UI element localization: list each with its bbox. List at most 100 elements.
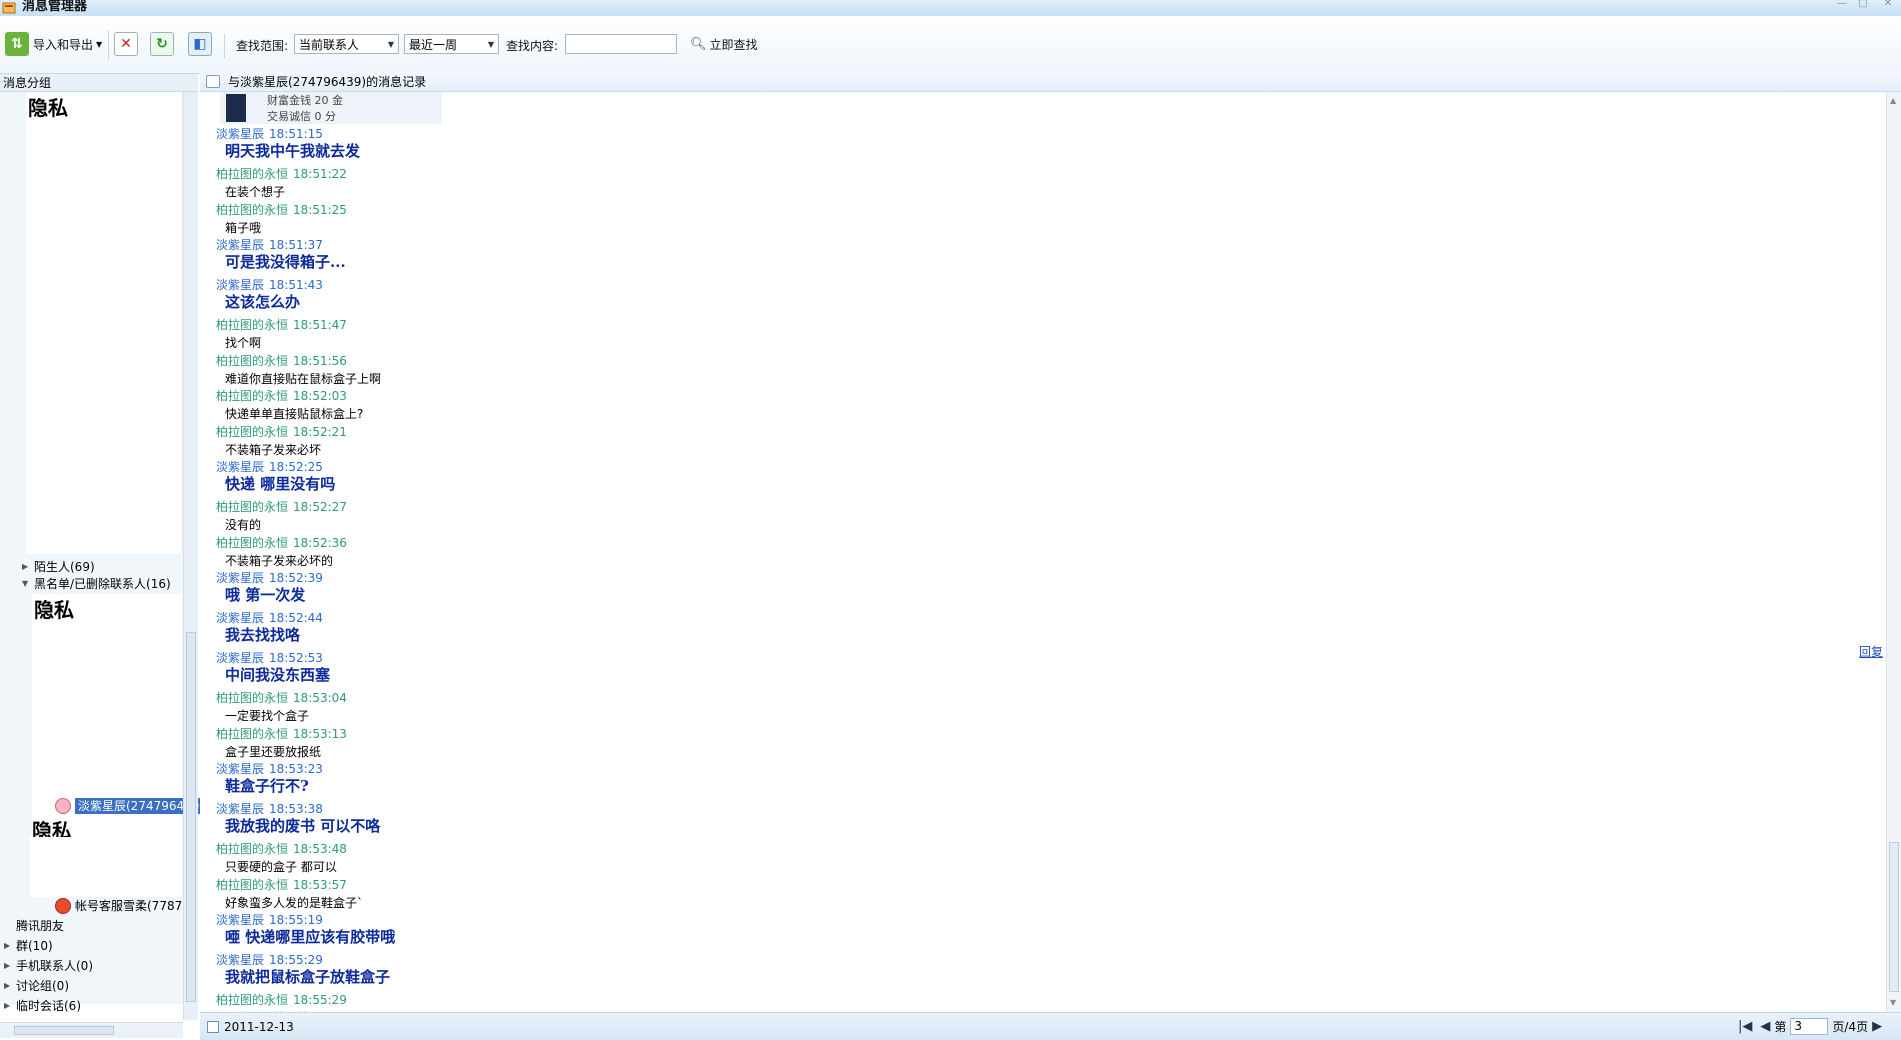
- message-time: 18:53:04: [293, 691, 347, 705]
- scope-select[interactable]: 当前联系人 ▼: [294, 34, 399, 54]
- message-time: 18:55:29: [269, 953, 323, 967]
- maximize-icon[interactable]: □: [1852, 0, 1874, 9]
- page-prefix: 第: [1774, 1020, 1787, 1034]
- message-time: 18:55:19: [269, 913, 323, 927]
- search-input[interactable]: [565, 34, 677, 54]
- period-select[interactable]: 最近一周 ▼: [404, 34, 499, 54]
- message-time: 18:51:37: [269, 238, 323, 252]
- refresh-button[interactable]: ↻: [150, 32, 174, 56]
- message-sender: 柏拉图的永恒: [216, 877, 289, 892]
- message-header: 柏拉图的永恒 18:53:57: [216, 878, 347, 892]
- card-line: 财富金钱 20 金: [267, 94, 343, 107]
- page-number-input[interactable]: 3: [1790, 1018, 1829, 1035]
- message-text: 找个啊: [225, 336, 262, 350]
- tree-group-mobile[interactable]: ▶ 手机联系人(0): [4, 958, 93, 974]
- message-header: 柏拉图的永恒 18:51:25: [216, 203, 347, 217]
- contact-tree: 隐私 ▶ 陌生人(69) ▼ 黑名单/已删除联系人(16) 隐私 淡紫星辰(27…: [0, 92, 208, 1013]
- scroll-thumb[interactable]: [14, 1026, 114, 1035]
- tree-group-strangers[interactable]: ▶ 陌生人(69): [22, 559, 95, 575]
- message-sender: 淡紫星辰: [216, 127, 265, 141]
- scroll-thumb[interactable]: [1889, 842, 1899, 992]
- message-time: 18:53:57: [293, 877, 347, 892]
- message-header: 柏拉图的永恒 18:53:13: [216, 727, 347, 741]
- message-header: 淡紫星辰 18:51:43: [216, 278, 323, 292]
- expand-arrow-icon: ▶: [4, 961, 11, 970]
- previous-page-icon[interactable]: ◀: [1760, 1019, 1770, 1034]
- message-header: 柏拉图的永恒 18:53:48: [216, 842, 347, 856]
- message-text: 箱子哦: [225, 220, 262, 235]
- message-sender: 淡紫星辰: [216, 913, 265, 927]
- left-scrollbar[interactable]: [183, 92, 198, 1020]
- conversation-title: 与淡紫星辰(274796439)的消息记录: [228, 75, 427, 89]
- chevron-down-icon: ▼: [387, 39, 394, 49]
- toolbar: ⇅ 导入和导出 ▼ ✕ ↻ ◧ 查找范围: 当前联系人 ▼ 最近一周 ▼ 查找内…: [0, 16, 1901, 74]
- message-sender: 淡紫星辰: [216, 953, 265, 967]
- message-sender: 柏拉图的永恒: [216, 167, 289, 181]
- manager-button[interactable]: ◧: [188, 32, 212, 56]
- privacy-mask: [26, 92, 181, 554]
- scroll-thumb[interactable]: [186, 632, 196, 1002]
- scroll-down-icon[interactable]: ▼: [1890, 998, 1896, 1007]
- message-text: 我放我的废书 可以不咯: [225, 817, 381, 835]
- message-time: 18:53:48: [293, 842, 347, 856]
- search-button-label: 立即查找: [709, 38, 758, 52]
- tree-group-blacklist[interactable]: ▼ 黑名单/已删除联系人(16): [22, 576, 171, 592]
- first-page-icon[interactable]: |◀: [1738, 1019, 1752, 1034]
- privacy-mask: [30, 837, 182, 897]
- left-panel-header: 消息分组: [0, 74, 198, 92]
- message-text: 哦 第一次发: [225, 586, 306, 604]
- chevron-down-icon: ▼: [96, 39, 103, 49]
- tree-group-label: 黑名单/已删除联系人(16): [34, 577, 171, 591]
- conversation-header: 与淡紫星辰(274796439)的消息记录: [200, 72, 1901, 92]
- tree-group-label: 临时会话(6): [16, 999, 81, 1013]
- card-line: 交易诚信 0 分: [267, 110, 336, 123]
- contact-item[interactable]: 帐号客服雪柔(77873: [55, 898, 190, 914]
- message-sender: 柏拉图的永恒: [216, 691, 289, 705]
- message-sender: 柏拉图的永恒: [216, 993, 289, 1007]
- contact-label: 帐号客服雪柔(77873: [75, 899, 190, 913]
- message-time: 18:53:23: [269, 762, 323, 776]
- tree-group-discussion[interactable]: ▶ 讨论组(0): [4, 978, 69, 994]
- message-time: 18:52:44: [269, 611, 323, 625]
- message-text: 快递 哪里没有吗: [225, 475, 336, 493]
- calendar-icon[interactable]: [207, 1021, 219, 1033]
- message-scrollbar[interactable]: ▲ ▼: [1886, 92, 1901, 1012]
- import-export-button[interactable]: ⇅ 导入和导出 ▼: [5, 32, 102, 56]
- message-time: 18:51:25: [293, 202, 347, 217]
- tree-group-temp-session[interactable]: ▶ 临时会话(6): [4, 998, 81, 1014]
- message-time: 18:55:29: [293, 993, 347, 1007]
- message-time: 18:52:36: [293, 535, 347, 550]
- message-text: 快递单单直接贴鼠标盒上?: [225, 407, 364, 421]
- message-header: 淡紫星辰 18:51:37: [216, 238, 323, 252]
- message-sender: 淡紫星辰: [216, 651, 265, 665]
- import-export-icon: ⇅: [5, 32, 29, 56]
- search-button[interactable]: 🔍︎ 立即查找: [690, 36, 758, 53]
- tree-group-tencent-friends[interactable]: 腾讯朋友: [4, 918, 64, 934]
- expand-arrow-icon: ▶: [4, 941, 11, 950]
- message-header: 淡紫星辰 18:52:39: [216, 571, 323, 585]
- message-time: 18:52:25: [269, 460, 323, 474]
- message-sender: 柏拉图的永恒: [216, 202, 289, 217]
- message-time: 18:51:43: [269, 278, 323, 292]
- message-text: 好象蛮多人发的是鞋盒子`: [225, 895, 364, 910]
- scope-label: 查找范围:: [236, 39, 289, 53]
- message-time: 18:53:38: [269, 802, 323, 816]
- message-header: 柏拉图的永恒 18:55:29: [216, 993, 347, 1007]
- next-page-icon[interactable]: ▶: [1872, 1019, 1882, 1034]
- minimize-icon[interactable]: —: [1831, 0, 1853, 9]
- close-icon[interactable]: ✕: [1877, 0, 1899, 9]
- delete-button[interactable]: ✕: [114, 32, 138, 56]
- left-horizontal-scrollbar[interactable]: [0, 1022, 183, 1038]
- reply-link[interactable]: 回复: [1859, 643, 1883, 660]
- tree-group-label: 腾讯朋友: [16, 919, 65, 933]
- message-header: 淡紫星辰 18:52:44: [216, 611, 323, 625]
- message-header: 柏拉图的永恒 18:53:04: [216, 691, 347, 705]
- import-export-label: 导入和导出: [33, 37, 94, 52]
- scope-select-value: 当前联系人: [299, 37, 360, 52]
- message-sender: 淡紫星辰: [216, 762, 265, 776]
- message-header: 柏拉图的永恒 18:52:36: [216, 536, 347, 550]
- title-bar: 消息管理器 — □ ✕: [0, 0, 1901, 16]
- tree-group-qun[interactable]: ▶ 群(10): [4, 938, 53, 954]
- scroll-up-icon[interactable]: ▲: [1890, 96, 1896, 105]
- message-header: 淡紫星辰 18:51:15: [216, 127, 323, 141]
